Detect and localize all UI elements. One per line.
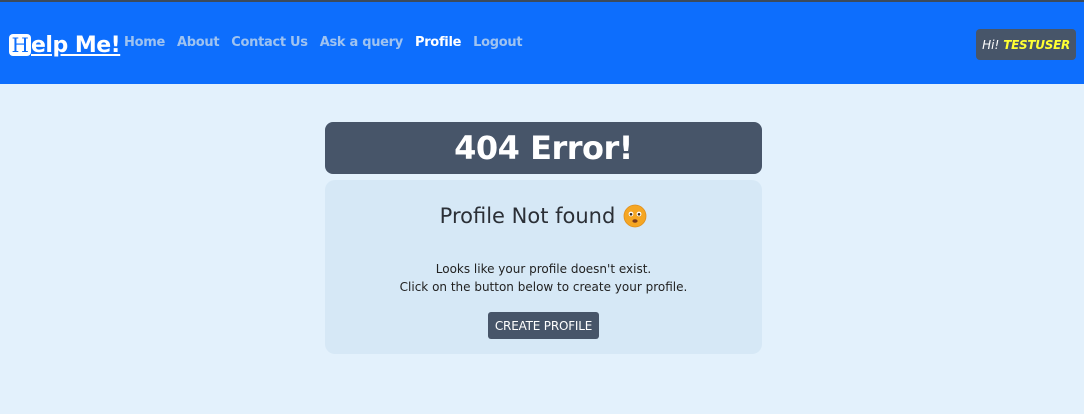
nav-link-about[interactable]: About: [177, 35, 220, 50]
error-card: Profile Not found Looks like your profil…: [325, 180, 762, 354]
nav-links: Home About Contact Us Ask a query Profil…: [124, 35, 534, 50]
card-title-text: Profile Not found: [439, 204, 616, 228]
nav-link-home[interactable]: Home: [124, 35, 165, 50]
brand-text: elp Me!: [31, 32, 121, 58]
nav-link-contact-us[interactable]: Contact Us: [231, 35, 308, 50]
nav-link-logout[interactable]: Logout: [473, 35, 522, 50]
user-greeting-badge[interactable]: Hi! TESTUSER: [976, 29, 1076, 60]
brand-logo-link[interactable]: Help Me!: [9, 30, 121, 60]
message-line-1: Looks like your profile doesn't exist.: [435, 262, 652, 276]
navbar: Help Me! Home About Contact Us Ask a que…: [0, 2, 1084, 84]
nav-link-ask-a-query[interactable]: Ask a query: [320, 35, 404, 50]
username-text: TESTUSER: [1003, 37, 1070, 52]
create-profile-button[interactable]: CREATE PROFILE: [488, 312, 599, 339]
brand-logo-icon: H: [9, 33, 31, 57]
sad-face-icon: [623, 204, 647, 228]
greeting-text: Hi!: [982, 37, 1000, 52]
message-line-2: Click on the button below to create your…: [399, 280, 688, 294]
nav-link-profile[interactable]: Profile: [415, 35, 461, 50]
error-heading: 404 Error!: [325, 122, 762, 174]
card-title: Profile Not found: [325, 204, 762, 228]
